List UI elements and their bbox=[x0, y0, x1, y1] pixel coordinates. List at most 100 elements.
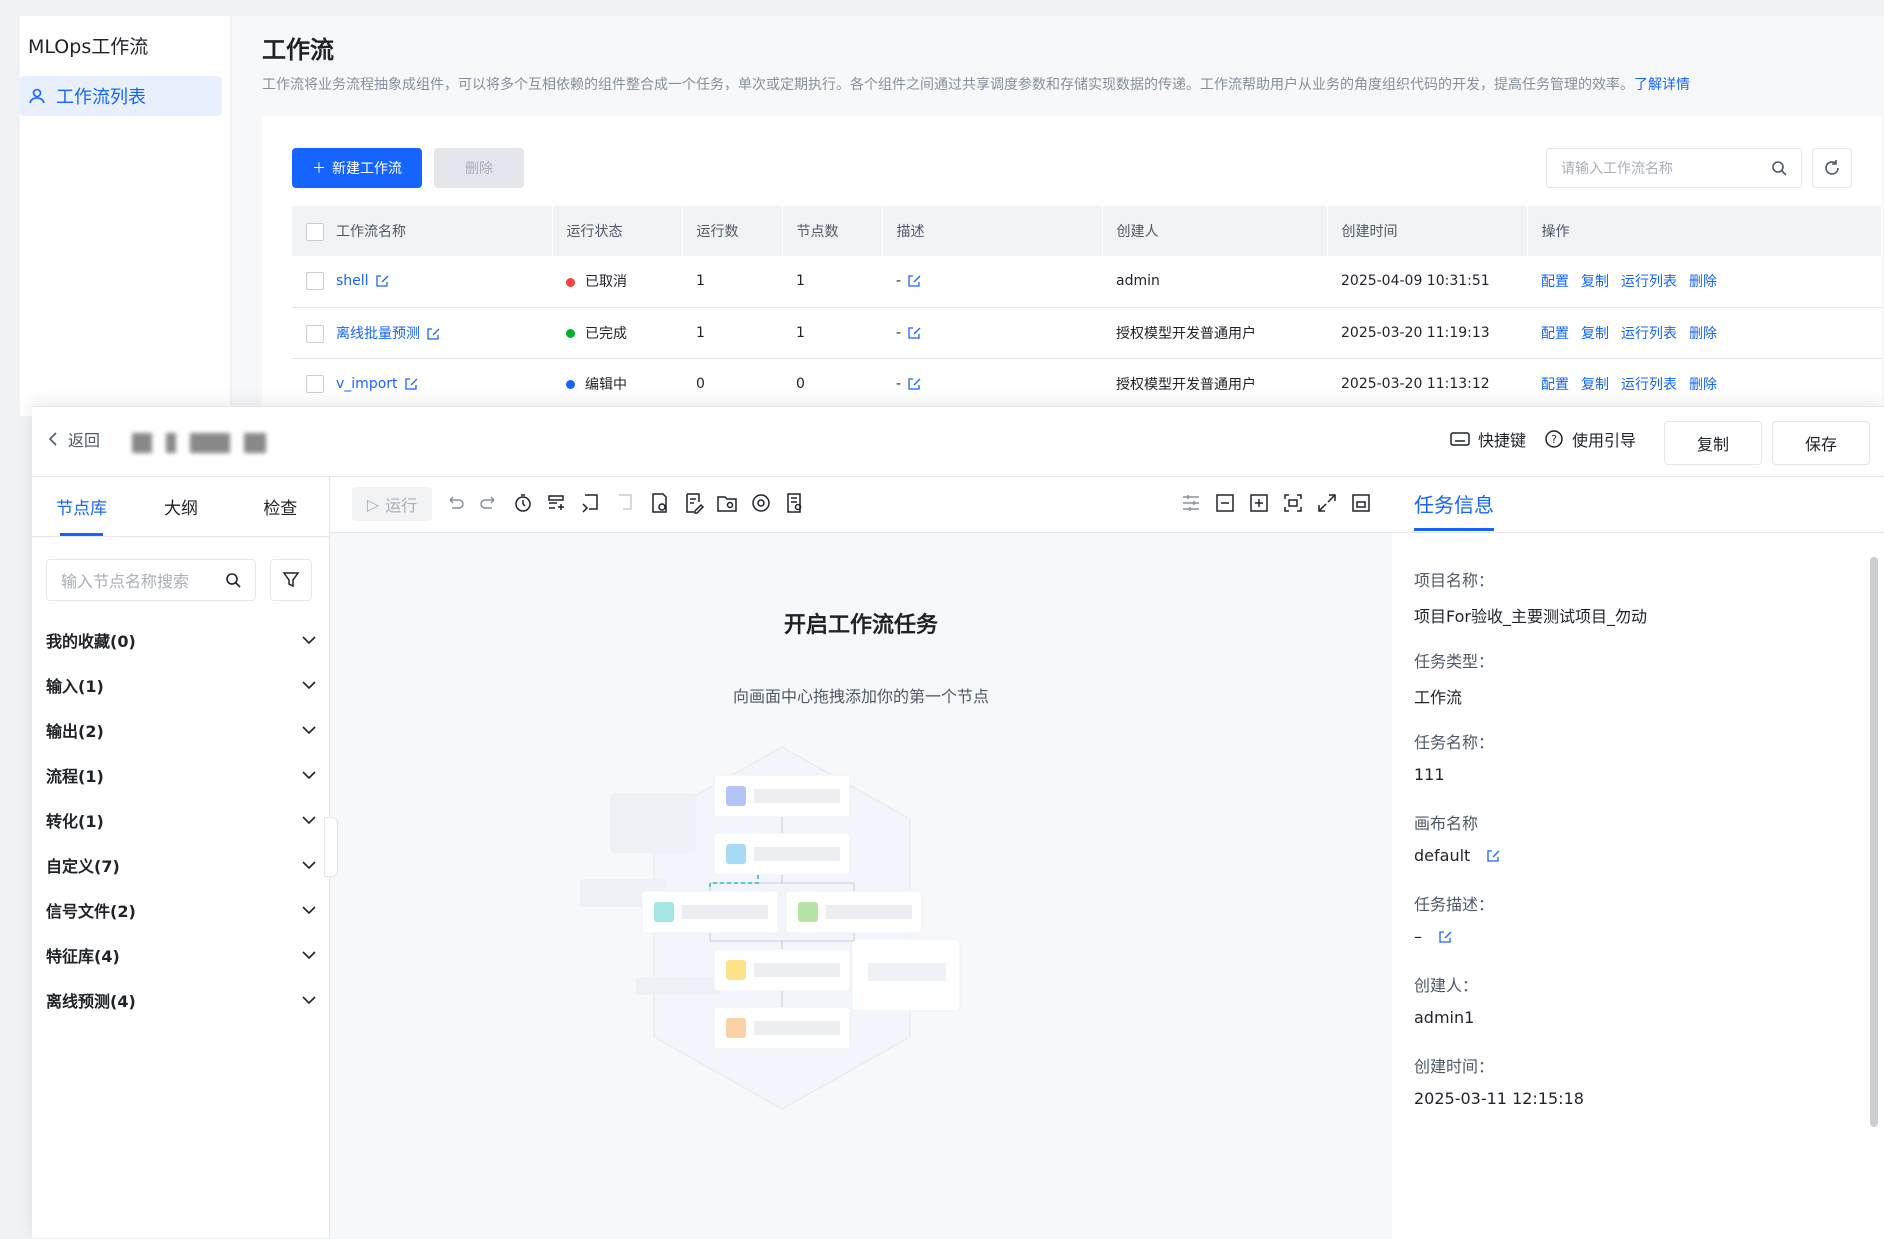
op-link[interactable]: 删除 bbox=[1689, 274, 1717, 290]
library-tabs: 节点库 大纲 检查 bbox=[32, 477, 330, 537]
edit-icon[interactable] bbox=[404, 377, 418, 391]
op-link[interactable]: 复制 bbox=[1581, 274, 1609, 290]
chevron-down-icon bbox=[302, 681, 316, 690]
cell-created: 2025-03-20 11:13:12 bbox=[1327, 358, 1527, 410]
col-status: 运行状态 bbox=[552, 206, 683, 256]
workflow-canvas[interactable]: ▷ 运行 开启工作流任务 向画面中心拖拽添加你的第一个节点 bbox=[324, 477, 1392, 1239]
export-icon[interactable] bbox=[580, 492, 602, 514]
shortcut-button[interactable]: 快捷键 bbox=[1450, 417, 1526, 461]
op-link[interactable]: 删除 bbox=[1689, 326, 1717, 342]
chevron-down-icon bbox=[302, 726, 316, 735]
tab-outline[interactable]: 大纲 bbox=[131, 477, 230, 536]
redacted-title bbox=[132, 433, 266, 453]
workflow-name-link[interactable]: 离线批量预测 bbox=[336, 326, 420, 342]
redo-icon[interactable] bbox=[478, 492, 500, 514]
workflow-name-link[interactable]: shell bbox=[336, 273, 369, 289]
zoom-in-icon[interactable] bbox=[1248, 492, 1270, 514]
field-label: 画布名称 bbox=[1414, 814, 1479, 833]
node-category[interactable]: 自定义(7) bbox=[46, 850, 316, 880]
learn-more-link[interactable]: 了解详情 bbox=[1634, 77, 1690, 93]
canvas-toolbar: ▷ 运行 bbox=[330, 477, 1392, 533]
align-icon[interactable] bbox=[1180, 492, 1202, 514]
node-category[interactable]: 信号文件(2) bbox=[46, 895, 316, 925]
edit-icon[interactable] bbox=[907, 377, 921, 391]
tab-check[interactable]: 检查 bbox=[231, 477, 330, 536]
row-checkbox[interactable] bbox=[306, 272, 324, 291]
run-button[interactable]: ▷ 运行 bbox=[352, 487, 432, 521]
node-category[interactable]: 输出(2) bbox=[46, 715, 316, 745]
node-category[interactable]: 输入(1) bbox=[46, 670, 316, 700]
edit-document-icon[interactable] bbox=[682, 492, 704, 514]
cell-runs: 0 bbox=[682, 358, 782, 410]
timer-icon[interactable] bbox=[512, 492, 534, 514]
fullscreen-icon[interactable] bbox=[1316, 492, 1338, 514]
refresh-button[interactable] bbox=[1812, 148, 1852, 188]
node-category[interactable]: 流程(1) bbox=[46, 760, 316, 790]
edit-icon[interactable] bbox=[907, 326, 921, 340]
op-link[interactable]: 配置 bbox=[1541, 326, 1569, 342]
back-button[interactable]: 返回 bbox=[48, 427, 100, 451]
field-label: 任务描述： bbox=[1414, 895, 1495, 914]
workflow-search-input[interactable]: 请输入工作流名称 bbox=[1546, 148, 1802, 188]
cell-creator: 授权模型开发普通用户 bbox=[1102, 358, 1327, 410]
field-label: 任务名称： bbox=[1414, 733, 1495, 752]
edit-icon[interactable] bbox=[907, 274, 921, 288]
delete-button[interactable]: 删除 bbox=[434, 148, 524, 188]
tab-task-info[interactable]: 任务信息 bbox=[1414, 489, 1494, 531]
cell-desc: - bbox=[882, 256, 1102, 308]
document-settings-icon[interactable] bbox=[648, 492, 670, 514]
row-checkbox[interactable] bbox=[306, 324, 324, 343]
tab-node-library[interactable]: 节点库 bbox=[32, 477, 131, 536]
layout-icon[interactable] bbox=[1362, 492, 1384, 514]
guide-button[interactable]: ? 使用引导 bbox=[1544, 417, 1636, 461]
status-dot bbox=[566, 380, 575, 389]
op-link[interactable]: 运行列表 bbox=[1621, 326, 1677, 342]
node-search-input[interactable]: 输入节点名称搜索 bbox=[46, 559, 256, 601]
edit-icon[interactable] bbox=[1438, 930, 1452, 944]
import-icon[interactable] bbox=[614, 492, 636, 514]
add-branch-icon[interactable] bbox=[546, 492, 568, 514]
node-library: 节点库 大纲 检查 输入节点名称搜索 我的收藏(0) 输入(1) 输出(2) 流程(1… bbox=[32, 477, 330, 1239]
field-value: 2025-03-11 12:15:18 bbox=[1414, 1089, 1584, 1108]
col-runs: 运行数 bbox=[682, 206, 783, 256]
col-nodes: 节点数 bbox=[782, 206, 883, 256]
edit-icon[interactable] bbox=[426, 327, 440, 341]
op-link[interactable]: 运行列表 bbox=[1621, 274, 1677, 290]
node-category[interactable]: 特征库(4) bbox=[46, 940, 316, 970]
new-workflow-button[interactable]: ＋新建工作流 bbox=[292, 148, 422, 188]
cell-created: 2025-03-20 11:19:13 bbox=[1327, 307, 1527, 359]
cell-desc: - bbox=[882, 307, 1102, 359]
sidebar-item-workflow-list[interactable]: 工作流列表 bbox=[20, 76, 222, 116]
cell-name: v_import bbox=[292, 358, 552, 410]
edit-icon[interactable] bbox=[1486, 849, 1500, 863]
row-checkbox[interactable] bbox=[306, 374, 324, 393]
op-link[interactable]: 删除 bbox=[1689, 377, 1717, 393]
op-link[interactable]: 配置 bbox=[1541, 274, 1569, 290]
refresh-icon bbox=[1825, 160, 1839, 175]
op-link[interactable]: 配置 bbox=[1541, 377, 1569, 393]
config-icon[interactable] bbox=[750, 492, 772, 514]
cell-ops: 配置 复制 运行列表 删除 bbox=[1527, 256, 1882, 308]
save-button[interactable]: 保存 bbox=[1772, 421, 1870, 465]
cell-nodes: 1 bbox=[782, 256, 882, 308]
node-category[interactable]: 我的收藏(0) bbox=[46, 625, 316, 655]
edit-icon[interactable] bbox=[375, 274, 389, 288]
node-category[interactable]: 离线预测(4) bbox=[46, 985, 316, 1015]
workflow-name-link[interactable]: v_import bbox=[336, 376, 398, 392]
undo-icon[interactable] bbox=[444, 492, 466, 514]
cell-creator: admin bbox=[1102, 256, 1327, 308]
op-link[interactable]: 运行列表 bbox=[1621, 377, 1677, 393]
scrollbar[interactable] bbox=[1870, 557, 1878, 1127]
zoom-out-icon[interactable] bbox=[1214, 492, 1236, 514]
node-category[interactable]: 转化(1) bbox=[46, 805, 316, 835]
filter-button[interactable] bbox=[270, 559, 312, 601]
op-link[interactable]: 复制 bbox=[1581, 326, 1609, 342]
select-all-checkbox[interactable] bbox=[306, 223, 324, 241]
op-link[interactable]: 复制 bbox=[1581, 377, 1609, 393]
cell-ops: 配置 复制 运行列表 删除 bbox=[1527, 358, 1882, 410]
collapse-handle[interactable] bbox=[324, 817, 338, 877]
list-settings-icon[interactable] bbox=[784, 492, 806, 514]
folder-settings-icon[interactable] bbox=[716, 492, 738, 514]
fit-view-icon[interactable] bbox=[1282, 492, 1304, 514]
copy-button[interactable]: 复制 bbox=[1664, 421, 1762, 465]
